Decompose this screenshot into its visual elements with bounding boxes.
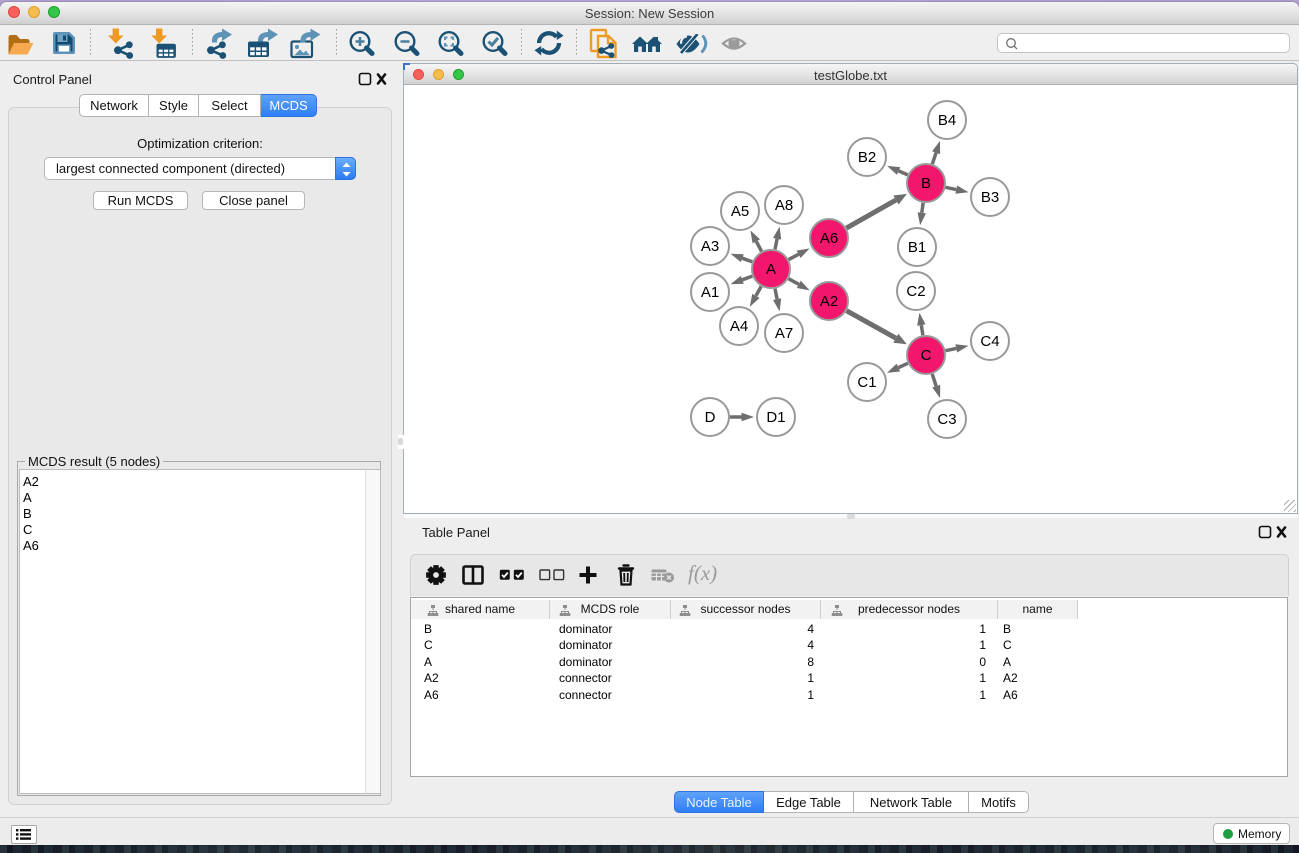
svg-text:C1: C1 bbox=[857, 374, 876, 391]
svg-text:A6: A6 bbox=[820, 230, 838, 247]
svg-text:A2: A2 bbox=[820, 293, 838, 310]
svg-text:A4: A4 bbox=[730, 318, 748, 335]
svg-text:A1: A1 bbox=[701, 284, 719, 301]
svg-text:C4: C4 bbox=[980, 333, 999, 350]
svg-text:B3: B3 bbox=[981, 189, 999, 206]
svg-text:C: C bbox=[921, 347, 932, 364]
svg-text:A5: A5 bbox=[731, 203, 749, 220]
svg-text:C2: C2 bbox=[906, 283, 925, 300]
svg-text:B: B bbox=[921, 175, 931, 192]
svg-text:B2: B2 bbox=[858, 149, 876, 166]
svg-text:D1: D1 bbox=[766, 409, 785, 426]
svg-text:A7: A7 bbox=[775, 325, 793, 342]
svg-text:B1: B1 bbox=[908, 239, 926, 256]
svg-text:C3: C3 bbox=[937, 411, 956, 428]
svg-text:B4: B4 bbox=[938, 112, 956, 129]
svg-text:A3: A3 bbox=[701, 238, 719, 255]
svg-text:D: D bbox=[705, 409, 716, 426]
svg-text:A: A bbox=[766, 261, 776, 278]
svg-text:A8: A8 bbox=[775, 197, 793, 214]
